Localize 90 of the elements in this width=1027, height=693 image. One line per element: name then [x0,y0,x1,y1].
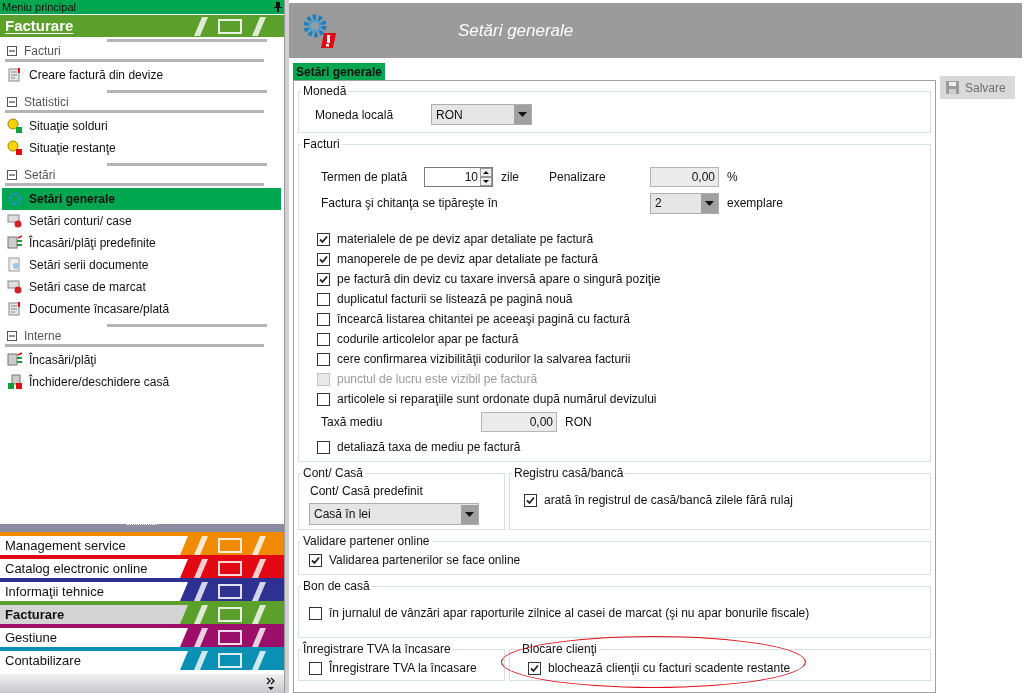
checkbox-label: materialele de pe deviz apar detaliate pe factură [337,231,594,248]
checkbox[interactable] [317,252,330,266]
checkbox[interactable] [317,312,330,326]
checkbox-label: Înregistrare TVA la încasare [329,659,477,677]
coin-icon [7,118,23,134]
currency-dropdown[interactable]: RON [431,104,532,125]
calculator-icon [7,352,23,368]
checkbox[interactable] [524,493,537,507]
sidebar-title-bar: Meniu principal [0,0,284,14]
group-title: Înregistrare TVA la încasare [302,640,452,658]
checkbox[interactable] [317,332,330,346]
checkbox-label: Validarea partenerilor se face online [329,552,521,569]
sidebar-item[interactable]: Setări case de marcat [2,276,281,298]
unit-label: % [727,169,738,186]
checkbox-label: detaliază taxa de mediu pe factură [337,439,521,456]
section-header[interactable]: Interne [5,328,264,347]
checkbox[interactable] [317,232,330,246]
checkbox[interactable] [317,272,330,286]
module-title-bar: Facturare [0,15,284,37]
group-title: Monedă [302,83,348,100]
lock-icon [7,374,23,390]
module-tab[interactable]: Management service [0,532,284,555]
group-title: Bon de casă [302,578,371,595]
group-title: Validare partener online [302,533,431,550]
checkbox[interactable] [317,352,330,366]
document-icon [7,67,23,83]
unit-label: zile [501,169,520,186]
field-label: Termen de plată [321,169,409,186]
gear-warning-icon [302,12,338,49]
checkbox[interactable] [317,392,330,406]
group-title: Blocare clienţi [521,641,598,658]
sidebar-item[interactable]: Situaţie restanţe [2,137,281,159]
chevron-menu-icon[interactable] [266,676,276,691]
checkbox[interactable] [317,292,330,306]
collapse-icon [7,170,17,180]
group-title: Cont/ Casă [302,465,365,482]
sidebar-item[interactable]: Închidere/deschidere casă [2,371,281,393]
pin-icon[interactable] [274,2,282,12]
checkbox[interactable] [309,661,322,675]
page-title: Setări generale [458,19,574,42]
checkbox-label: pe factură din deviz cu taxare inversă apare o singură poziţie [337,271,661,288]
checkbox-label: încearcă listarea chitantei pe aceeaşi pagină cu factură [337,311,630,328]
collapse-icon [7,97,17,107]
sidebar-item[interactable]: Situaţie solduri [2,115,281,137]
checkbox-label: în jurnalul de vânzări apar raporturile zilnice al casei de marcat (şi nu apar bonurile fiscale) [329,605,810,622]
coin-icon [7,140,23,156]
section-header[interactable]: Statistici [5,94,264,113]
sidebar-item[interactable]: Setări generale [2,188,281,210]
module-tab[interactable]: Facturare [0,601,284,624]
penalty-field[interactable]: 0,00 [650,167,719,187]
account-dropdown[interactable]: Casă în lei [309,503,479,525]
sidebar-item[interactable]: Setări serii documente [2,254,281,276]
checkbox-label: codurile articolelor apar pe factură [337,331,519,348]
section-header[interactable]: Facturi [5,43,264,62]
sidebar-item[interactable]: Setări conturi/ case [2,210,281,232]
field-label: Penalizare [549,169,607,186]
checkbox-label: duplicatul facturii se listează pe pagină nouă [337,291,573,308]
number-spinner[interactable]: 10 [424,167,493,187]
field-label: Moneda locală [315,106,395,124]
group-title: Facturi [302,136,341,153]
copies-dropdown[interactable]: 2 [650,192,719,214]
checkbox-label: blochează clienţii cu facturi scadente restante [548,660,791,677]
checkbox-label: articolele si reparaţiile sunt ordonate după numărul devizului [337,391,657,408]
tax-field[interactable]: 0,00 [481,412,557,432]
document-icon [7,257,23,273]
tab[interactable]: Setări generale [293,63,386,80]
spinner-arrows-icon[interactable] [480,168,492,186]
checkbox[interactable] [309,553,322,567]
collapse-icon [7,46,17,56]
group-title: Registru casă/bancă [513,465,625,482]
calculator-icon [7,235,23,251]
splitter-grip[interactable] [0,524,284,532]
sidebar-item[interactable]: Documente încasare/plată [2,298,281,320]
checkbox[interactable] [528,661,541,675]
unit-label: RON [565,414,592,431]
checkbox-label: manoperele de pe deviz apar detaliate pe factură [337,251,598,268]
collapse-icon [7,331,17,341]
unit-label: exemplare [727,195,784,212]
checkbox-label: cere confirmarea vizibilităţii codurilor la salvarea facturii [337,351,631,368]
checkbox[interactable] [317,440,330,454]
checkbox[interactable] [309,606,322,620]
checkbox-label: punctul de lucru este vizibil pe factură [337,371,538,388]
checkbox-label: arată în registrul de casă/bancă zilele fără rulaj [544,492,793,509]
sidebar-item[interactable]: Încasări/plăţi [2,349,281,371]
sidebar-item[interactable]: Încasări/plăţi predefinite [2,232,281,254]
field-label: Cont/ Casă predefinit [309,483,424,500]
field-label: Factura şi chitanţa se tipăreşte în [321,195,499,212]
document-icon [7,301,23,317]
field-label: Taxă mediu [321,414,384,431]
sidebar-item[interactable]: Creare factură din devize [2,64,281,86]
